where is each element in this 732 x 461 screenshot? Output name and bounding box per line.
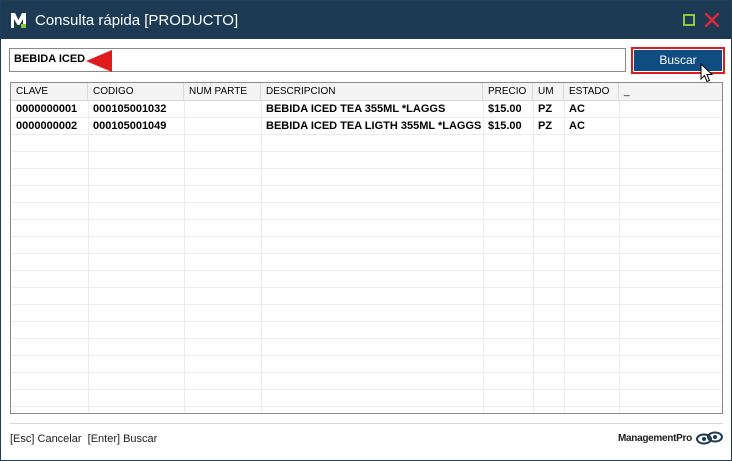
table-header: CLAVE CODIGO NUM PARTE DESCRIPCION PRECI… [11, 83, 722, 101]
results-table[interactable]: CLAVE CODIGO NUM PARTE DESCRIPCION PRECI… [10, 82, 723, 414]
column-header-estado[interactable]: ESTADO [564, 83, 619, 101]
column-header-clave[interactable]: CLAVE [11, 83, 88, 101]
cell-codigo: 000105001032 [93, 103, 167, 115]
column-divider [564, 101, 565, 413]
column-header-precio[interactable]: PRECIO [483, 83, 533, 101]
column-divider [184, 101, 185, 413]
column-header-um[interactable]: UM [533, 83, 564, 101]
management-pro-brand-icon [696, 431, 723, 445]
cell-descripcion: BEBIDA ICED TEA 355ML *LAGGS [266, 103, 446, 115]
footer-divider [10, 423, 723, 424]
table-body [11, 101, 722, 413]
title-bar[interactable]: Consulta rápida [PRODUCTO] [1, 1, 731, 39]
window-title: Consulta rápida [PRODUCTO] [35, 12, 239, 29]
cell-um: PZ [538, 120, 553, 132]
cell-um: PZ [538, 103, 553, 115]
maximize-icon[interactable] [683, 14, 695, 26]
table-row[interactable]: 0000000001 000105001032 BEBIDA ICED TEA … [11, 101, 722, 117]
cell-estado: AC [569, 103, 585, 115]
brand-name: ManagementPro [618, 433, 692, 444]
cell-estado: AC [569, 120, 585, 132]
cell-precio: $15.00 [488, 120, 522, 132]
column-divider [483, 101, 484, 413]
keyboard-shortcuts-hint: [Esc] Cancelar [Enter] Buscar [10, 433, 158, 445]
close-icon[interactable] [704, 11, 720, 29]
mouse-cursor-icon [700, 63, 714, 83]
cell-precio: $15.00 [488, 103, 522, 115]
management-pro-logo-icon [11, 13, 26, 28]
column-header-codigo[interactable]: CODIGO [88, 83, 184, 101]
column-header-num-parte[interactable]: NUM PARTE [184, 83, 261, 101]
table-row[interactable]: 0000000002 000105001049 BEBIDA ICED TEA … [11, 118, 722, 134]
column-header-extra[interactable]: _ [619, 83, 722, 101]
quick-search-window: Consulta rápida [PRODUCTO] BEBIDA ICED B… [0, 0, 732, 461]
red-arrow-pointer-icon [86, 50, 112, 72]
column-header-descripcion[interactable]: DESCRIPCION [261, 83, 483, 101]
column-divider [619, 101, 620, 413]
cell-num-parte [184, 118, 189, 134]
column-divider [261, 101, 262, 413]
column-divider [533, 101, 534, 413]
column-divider [88, 101, 89, 413]
cell-clave: 0000000001 [16, 103, 78, 115]
cell-descripcion: BEBIDA ICED TEA LIGTH 355ML *LAGGS [266, 120, 482, 132]
cell-num-parte [184, 101, 189, 117]
cell-clave: 0000000002 [16, 120, 78, 132]
cell-codigo: 000105001049 [93, 120, 167, 132]
